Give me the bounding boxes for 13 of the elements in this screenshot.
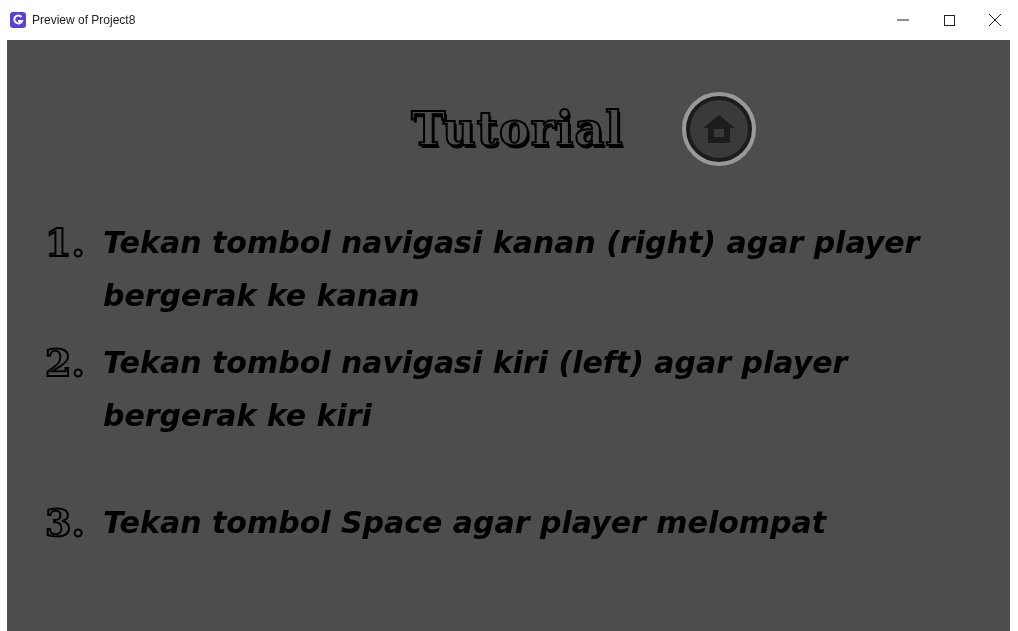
step-number: 1. <box>45 219 86 267</box>
step-text: Tekan tombol navigasi kanan (right) agar player bergerak ke kanan <box>103 224 922 315</box>
minimize-icon <box>897 19 909 21</box>
home-icon <box>701 114 736 144</box>
step-number: 3. <box>45 499 86 547</box>
app-icon <box>10 12 26 28</box>
step-text: Tekan tombol navigasi kiri (left) agar player bergerak ke kiri <box>103 344 850 435</box>
tutorial-title: Tutorial <box>411 102 624 156</box>
step-text: Tekan tombol Space agar player melompat <box>103 504 827 542</box>
step-number: 2. <box>45 339 86 387</box>
close-icon <box>989 14 1001 26</box>
maximize-icon <box>943 14 955 26</box>
window-title: Preview of Project8 <box>32 13 136 27</box>
